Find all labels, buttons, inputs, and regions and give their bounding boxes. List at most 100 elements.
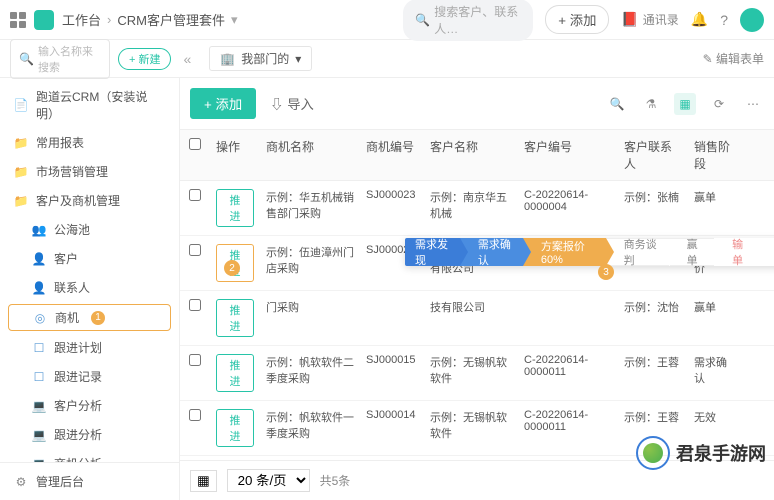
cell-cust: 示例：无锡帆软软件 (424, 346, 518, 394)
cell-name: 示例：伍迪漳州门店采购 (260, 236, 360, 284)
org-icon: 🏢 (220, 52, 235, 66)
sidebar-icon: ☐ (32, 370, 46, 384)
table-header: 操作 商机名称 商机编号 客户名称 客户编号 客户联系人 销售阶段 (180, 129, 774, 181)
table-row[interactable]: 推进示例：华五机械销售部门采购SJ000023示例：南京华五机械C-202206… (180, 181, 774, 236)
stage-0[interactable]: 需求发现 (405, 238, 460, 266)
cell-name: 示例：帆软软件一季度采购 (260, 401, 360, 449)
sidebar-item-2[interactable]: 📁市场营销管理 (0, 157, 179, 186)
sidebar-icon: 📁 (14, 136, 28, 150)
stage-2[interactable]: 方案报价 60% (523, 238, 606, 266)
avatar[interactable] (740, 8, 764, 32)
bc-workspace[interactable]: 工作台 (62, 10, 101, 29)
row-checkbox[interactable] (189, 189, 201, 201)
row-checkbox[interactable] (189, 244, 201, 256)
global-search[interactable]: 🔍 搜索客户、联系人… (403, 0, 533, 41)
cell-contact: 示例：张楠 (618, 181, 688, 213)
filter-icon[interactable]: ⚗ (640, 93, 662, 115)
sidebar-icon: ◎ (33, 311, 47, 325)
sidebar-icon: 📄 (14, 98, 28, 112)
th-contact: 客户联系人 (618, 130, 688, 180)
advance-button[interactable]: 推进 (216, 299, 254, 337)
search-placeholder: 搜索客户、联系人… (434, 3, 521, 37)
sidebar-item-7[interactable]: ◎商机1 (8, 304, 171, 331)
admin-link[interactable]: ⚙ 管理后台 (0, 467, 179, 496)
search-icon[interactable]: 🔍 (606, 93, 628, 115)
grid-toggle[interactable]: ▦ (190, 470, 217, 492)
cell-name: 门采购 (260, 291, 360, 323)
callout-badge: 1 (91, 311, 105, 325)
sidebar-item-11[interactable]: 💻跟进分析 (0, 420, 179, 449)
contacts-link[interactable]: 📕 通讯录 (621, 11, 678, 28)
cell-cust: 示例：南京华五机械 (424, 181, 518, 229)
sidebar-icon: 📁 (14, 165, 28, 179)
advance-button[interactable]: 推进 (216, 354, 254, 392)
cell-code: SJ000023 (360, 181, 424, 209)
row-checkbox[interactable] (189, 299, 201, 311)
sidebar-item-5[interactable]: 👤客户 (0, 244, 179, 273)
refresh-icon[interactable]: ⟳ (708, 93, 730, 115)
th-stage: 销售阶段 (688, 130, 738, 180)
import-button[interactable]: ⇩ 导入 (270, 94, 314, 113)
search-icon: 🔍 (19, 52, 34, 66)
cell-code: SJ000014 (360, 401, 424, 429)
dropdown-icon[interactable]: ▾ (231, 12, 238, 28)
th-code: 商机编号 (360, 130, 424, 180)
sidebar: 📄跑道云CRM（安装说明）📁常用报表📁市场营销管理📁客户及商机管理👥公海池👤客户… (0, 78, 180, 500)
new-button[interactable]: + 新建 (118, 48, 171, 70)
sidebar-item-3[interactable]: 📁客户及商机管理 (0, 186, 179, 215)
more-icon[interactable]: ⋯ (742, 93, 764, 115)
select-all-checkbox[interactable] (189, 138, 201, 150)
th-op: 操作 (210, 130, 260, 180)
sidebar-item-6[interactable]: 👤联系人 (0, 273, 179, 302)
cell-stage: 无效 (688, 401, 738, 433)
edit-form-link[interactable]: ✎ 编辑表单 (703, 50, 764, 67)
apps-grid-icon[interactable] (10, 12, 26, 28)
search-icon: 🔍 (415, 13, 430, 27)
chevron-right-icon: › (107, 12, 111, 27)
bell-icon[interactable]: 🔔 (691, 11, 708, 28)
cell-cust: 示例：无锡帆软软件 (424, 401, 518, 449)
cell-cust: 技有限公司 (424, 291, 518, 323)
help-icon[interactable]: ? (720, 12, 728, 28)
sidebar-item-9[interactable]: ☐跟进记录 (0, 362, 179, 391)
sidebar-item-1[interactable]: 📁常用报表 (0, 128, 179, 157)
cell-stage: 赢单 (688, 181, 738, 213)
stage-1[interactable]: 需求确认 (460, 238, 523, 266)
cell-ccode: C-20220614-0000011 (518, 346, 618, 386)
dept-select[interactable]: 🏢 我部门的 ▾ (209, 46, 312, 71)
sidebar-item-8[interactable]: ☐跟进计划 (0, 333, 179, 362)
stage-6[interactable]: 无效 (760, 238, 774, 266)
add-button[interactable]: + 添加 (190, 88, 256, 119)
page-size-select[interactable]: 20 条/页 (227, 469, 310, 492)
advance-button[interactable]: 推进 (216, 409, 254, 447)
callout-badge-3: 3 (598, 264, 614, 280)
top-add-button[interactable]: + 添加 (545, 5, 609, 34)
view-icon[interactable]: ▦ (674, 93, 696, 115)
sidebar-icon: ☐ (32, 341, 46, 355)
collapse-icon[interactable]: « (183, 51, 191, 67)
sidebar-search[interactable]: 🔍 输入名称来搜索 (10, 39, 110, 79)
sidebar-icon: 👥 (32, 223, 46, 237)
cell-name: 示例：帆软软件二季度采购 (260, 346, 360, 394)
th-ccode: 客户编号 (518, 130, 618, 180)
app-logo (34, 10, 54, 30)
table-row[interactable]: 推进示例：帆软软件二季度采购SJ000015示例：无锡帆软软件C-2022061… (180, 346, 774, 401)
cell-ccode: C-20220614-0000011 (518, 401, 618, 441)
advance-button[interactable]: 推进 (216, 189, 254, 227)
cell-stage: 赢单 (688, 291, 738, 323)
stage-pipeline: 需求发现需求确认方案报价 60%商务谈判赢单输单无效 (405, 238, 774, 266)
gear-icon: ⚙ (14, 475, 28, 489)
th-name: 商机名称 (260, 130, 360, 180)
bc-suite[interactable]: CRM客户管理套件 (117, 10, 225, 29)
sidebar-icon: 👤 (32, 252, 46, 266)
table-row[interactable]: 推进门采购技有限公司示例：沈怡赢单 (180, 291, 774, 346)
row-checkbox[interactable] (189, 354, 201, 366)
cell-contact: 示例：王蓉 (618, 346, 688, 378)
stage-3[interactable]: 商务谈判 (606, 238, 669, 266)
sidebar-item-4[interactable]: 👥公海池 (0, 215, 179, 244)
cell-code (360, 291, 424, 307)
row-checkbox[interactable] (189, 409, 201, 421)
sidebar-item-0[interactable]: 📄跑道云CRM（安装说明） (0, 82, 179, 128)
sidebar-icon: 💻 (32, 399, 46, 413)
sidebar-item-10[interactable]: 💻客户分析 (0, 391, 179, 420)
